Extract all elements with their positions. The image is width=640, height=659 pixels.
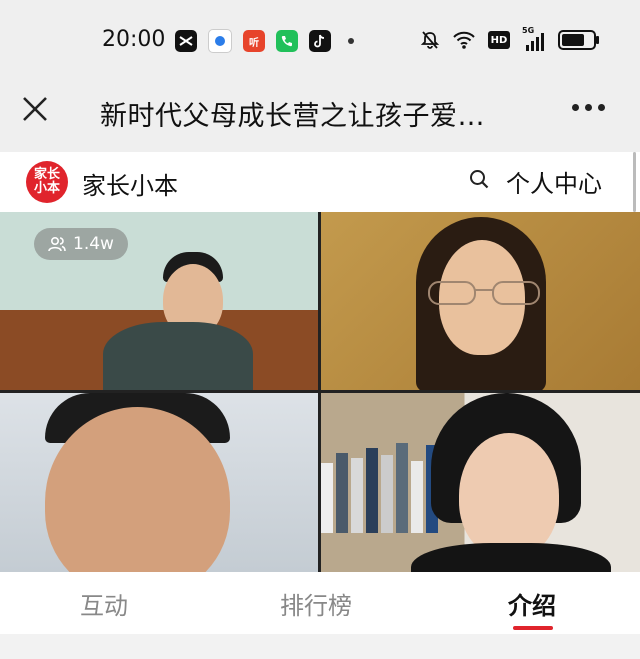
- phone-icon: [276, 30, 298, 52]
- video-tile-guest-1[interactable]: [321, 212, 640, 390]
- capcut-icon: [175, 30, 197, 52]
- video-tile-guest-3[interactable]: [321, 393, 640, 572]
- listen-app-icon: 听: [243, 30, 265, 52]
- channel-logo[interactable]: 家长 小本: [26, 161, 68, 203]
- page-title: 新时代父母成长营之让孩子爱…: [100, 101, 485, 132]
- wifi-icon: [453, 31, 475, 49]
- video-tile-guest-2[interactable]: [0, 393, 318, 572]
- video-tile-host[interactable]: 1.4w: [0, 212, 318, 390]
- viewers-icon: [48, 236, 66, 252]
- status-time: 20:00: [102, 27, 166, 52]
- scrollbar[interactable]: [633, 152, 636, 212]
- bottom-tab-bar: 互动 排行榜 介绍: [0, 572, 640, 634]
- channel-name[interactable]: 家长小本: [82, 166, 178, 201]
- tab-introduction[interactable]: 介绍: [508, 586, 556, 621]
- title-bar: 新时代父母成长营之让孩子爱…: [0, 82, 640, 152]
- search-icon[interactable]: [469, 169, 489, 189]
- system-icons: HD 5G: [420, 26, 599, 51]
- bottom-strip: [0, 634, 640, 659]
- cellular-signal-icon: 5G: [522, 26, 546, 51]
- more-notifications-dot: [348, 38, 354, 44]
- status-bar: 20:00 听 HD 5G: [0, 0, 640, 82]
- browser-icon: [208, 29, 232, 53]
- mute-bell-icon: [420, 31, 440, 49]
- tab-interaction[interactable]: 互动: [80, 586, 128, 621]
- notification-icons: 听: [175, 29, 354, 53]
- battery-icon: [558, 30, 599, 50]
- more-options-icon[interactable]: [572, 104, 605, 111]
- tiktok-icon: [309, 30, 331, 52]
- tab-leaderboard[interactable]: 排行榜: [280, 586, 352, 621]
- glasses-shape: [428, 281, 540, 305]
- active-tab-indicator: [513, 626, 553, 630]
- viewer-count: 1.4w: [73, 234, 114, 254]
- personal-center-link[interactable]: 个人中心: [506, 164, 602, 199]
- channel-header: 家长 小本 家长小本 个人中心: [0, 152, 640, 212]
- close-icon[interactable]: [20, 94, 50, 124]
- viewer-count-pill: 1.4w: [34, 228, 128, 260]
- live-video-grid[interactable]: 1.4w: [0, 212, 640, 572]
- hd-badge: HD: [488, 31, 510, 49]
